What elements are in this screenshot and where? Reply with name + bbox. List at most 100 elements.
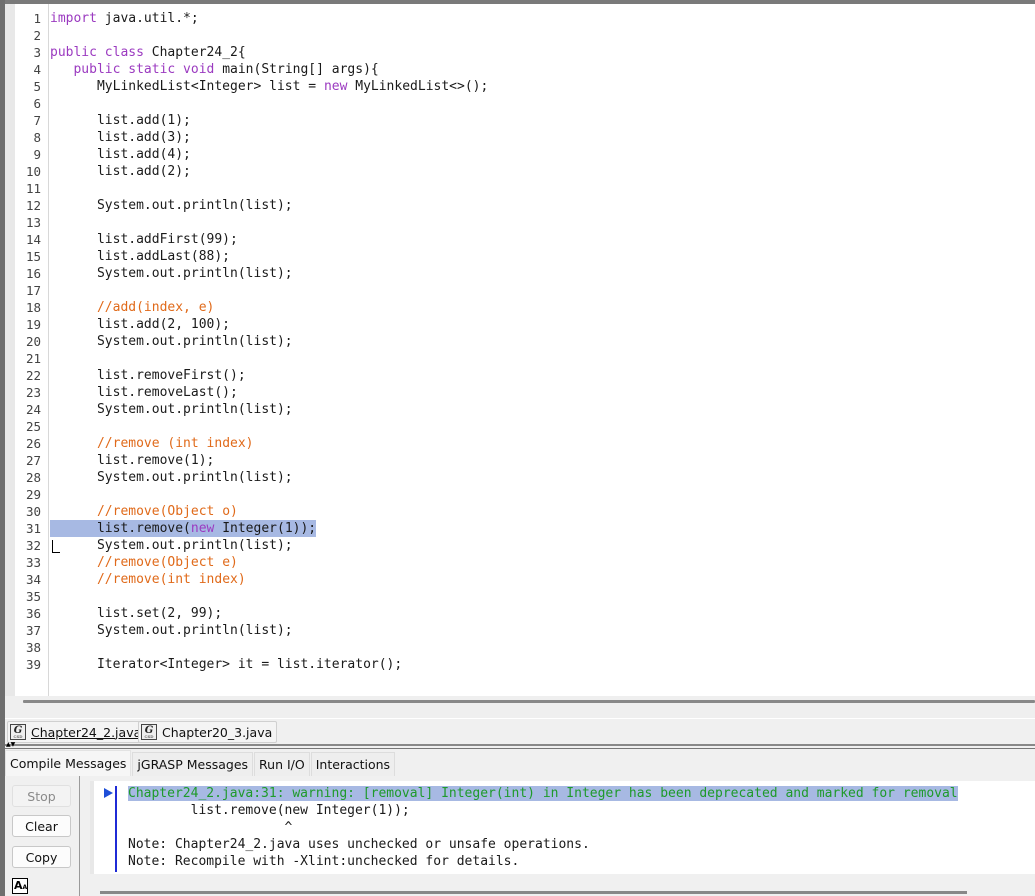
code-line[interactable]: 19 list.add(2, 100); (5, 316, 1035, 333)
code-token: list.set(2, 99); (50, 606, 223, 621)
jgrasp-file-icon: G CSD (141, 724, 157, 740)
code-token: list.remove( (50, 521, 191, 536)
code-line[interactable]: 13 (5, 214, 1035, 231)
code-line[interactable]: 35 (5, 588, 1035, 605)
split-arrows-icon[interactable]: ▲▼ (6, 742, 15, 748)
split-pane-divider[interactable] (5, 744, 1035, 749)
code-line[interactable]: 20 System.out.println(list); (5, 333, 1035, 350)
line-number: 35 (25, 589, 41, 604)
code-line[interactable]: 18 //add(index, e) (5, 299, 1035, 316)
code-text: list.add(4); (50, 146, 191, 163)
message-buttons-panel: Stop Clear Copy AA (5, 776, 78, 896)
code-token: Iterator<Integer> it = list.iterator(); (50, 657, 403, 672)
code-line[interactable]: 14 list.addFirst(99); (5, 231, 1035, 248)
code-line[interactable]: 34 //remove(int index) (5, 571, 1035, 588)
tab-jgrasp-messages[interactable]: jGRASP Messages (132, 752, 254, 776)
code-editor[interactable]: 1 import java.util.*; 2 3 public class Chapt… (5, 4, 1035, 696)
caret-line-message: ^ (128, 820, 293, 835)
warning-message[interactable]: Chapter24_2.java:31: warning: [removal] … (128, 785, 1028, 802)
line-number: 23 (25, 385, 41, 400)
line-number: 3 (33, 45, 41, 60)
code-line[interactable]: 11 (5, 180, 1035, 197)
code-line[interactable]: 32 System.out.println(list); (5, 537, 1035, 554)
source-line-message: list.remove(new Integer(1)); (128, 803, 410, 818)
line-number: 31 (25, 521, 41, 536)
code-text: public class Chapter24_2{ (50, 44, 246, 61)
font-size-icon[interactable]: AA (12, 878, 28, 894)
line-number: 34 (25, 572, 41, 587)
comment-token: //remove(int index) (96, 572, 246, 587)
code-line[interactable]: 25 (5, 418, 1035, 435)
editor-horizontal-scroll-area (5, 696, 1035, 718)
messages-horizontal-scrollbar[interactable] (100, 891, 967, 894)
copy-button[interactable]: Copy (12, 846, 71, 868)
code-line[interactable]: 39 Iterator<Integer> it = list.iterator(… (5, 656, 1035, 673)
code-line[interactable]: 26 //remove (int index) (5, 435, 1035, 452)
code-line[interactable]: 9 list.add(4); (5, 146, 1035, 163)
code-line[interactable]: 21 (5, 350, 1035, 367)
tab-compile-messages[interactable]: Compile Messages (5, 750, 132, 776)
code-text: System.out.println(list); (50, 469, 293, 486)
code-line[interactable]: 31 list.remove(new Integer(1)); (5, 520, 1035, 537)
current-message-arrow-icon (104, 788, 113, 798)
tab-interactions[interactable]: Interactions (310, 752, 396, 776)
warning-text: Chapter24_2.java:31: warning: [removal] … (128, 786, 958, 801)
line-number: 27 (25, 453, 41, 468)
code-line[interactable]: 30 //remove(Object o) (5, 503, 1035, 520)
code-line[interactable]: 3 public class Chapter24_2{ (5, 44, 1035, 61)
code-line[interactable]: 37 System.out.println(list); (5, 622, 1035, 639)
code-line[interactable]: 2 (5, 27, 1035, 44)
code-text: Iterator<Integer> it = list.iterator(); (50, 656, 402, 673)
line-number: 12 (25, 198, 41, 213)
clear-button[interactable]: Clear (12, 815, 71, 837)
code-token: System.out.println(list); (50, 402, 293, 417)
file-tab-chapter24-2[interactable]: G CSD Chapter24_2.java (7, 721, 147, 743)
code-lines[interactable]: 1 import java.util.*; 2 3 public class Chapt… (5, 10, 1035, 673)
code-line[interactable]: 6 (5, 95, 1035, 112)
code-text: System.out.println(list); (50, 333, 293, 350)
code-token: list.addLast(88); (50, 249, 231, 264)
code-line[interactable]: 29 (5, 486, 1035, 503)
code-line[interactable]: 1 import java.util.*; (5, 10, 1035, 27)
line-number: 21 (25, 351, 41, 366)
note-message: Note: Chapter24_2.java uses unchecked or… (128, 837, 590, 852)
code-text: System.out.println(list); (50, 197, 293, 214)
code-line[interactable]: 5 MyLinkedList<Integer> list = new MyLin… (5, 78, 1035, 95)
code-token: list.removeFirst(); (50, 368, 246, 383)
line-number: 11 (25, 181, 41, 196)
code-line[interactable]: 10 list.add(2); (5, 163, 1035, 180)
code-token: MyLinkedList<Integer> list = (50, 79, 324, 94)
compile-output[interactable]: Chapter24_2.java:31: warning: [removal] … (128, 785, 1028, 870)
code-line[interactable]: 7 list.add(1); (5, 112, 1035, 129)
code-line[interactable]: 27 list.remove(1); (5, 452, 1035, 469)
editor-horizontal-scrollbar[interactable] (23, 700, 1035, 703)
file-tab-chapter20-3[interactable]: G CSD Chapter20_3.java (138, 721, 278, 743)
tab-run-io[interactable]: Run I/O (254, 752, 310, 776)
line-number: 30 (25, 504, 41, 519)
code-text: System.out.println(list); (50, 622, 293, 639)
stop-button[interactable]: Stop (12, 785, 71, 807)
code-text: list.add(2); (50, 163, 191, 180)
code-line[interactable]: 24 System.out.println(list); (5, 401, 1035, 418)
line-number: 7 (33, 113, 41, 128)
code-line[interactable]: 4 public static void main(String[] args)… (5, 61, 1035, 78)
code-line[interactable]: 16 System.out.println(list); (5, 265, 1035, 282)
file-tab-label: Chapter24_2.java (31, 724, 142, 740)
line-number: 5 (33, 79, 41, 94)
line-number: 25 (25, 419, 41, 434)
code-line[interactable]: 15 list.addLast(88); (5, 248, 1035, 265)
line-number: 10 (25, 164, 41, 179)
code-line[interactable]: 12 System.out.println(list); (5, 197, 1035, 214)
code-line[interactable]: 22 list.removeFirst(); (5, 367, 1035, 384)
code-line[interactable]: 33 //remove(Object e) (5, 554, 1035, 571)
code-line[interactable]: 38 (5, 639, 1035, 656)
code-line[interactable]: 36 list.set(2, 99); (5, 605, 1035, 622)
code-line[interactable]: 8 list.add(3); (5, 129, 1035, 146)
code-line[interactable]: 17 (5, 282, 1035, 299)
code-line[interactable]: 23 list.removeLast(); (5, 384, 1035, 401)
code-line[interactable]: 28 System.out.println(list); (5, 469, 1035, 486)
